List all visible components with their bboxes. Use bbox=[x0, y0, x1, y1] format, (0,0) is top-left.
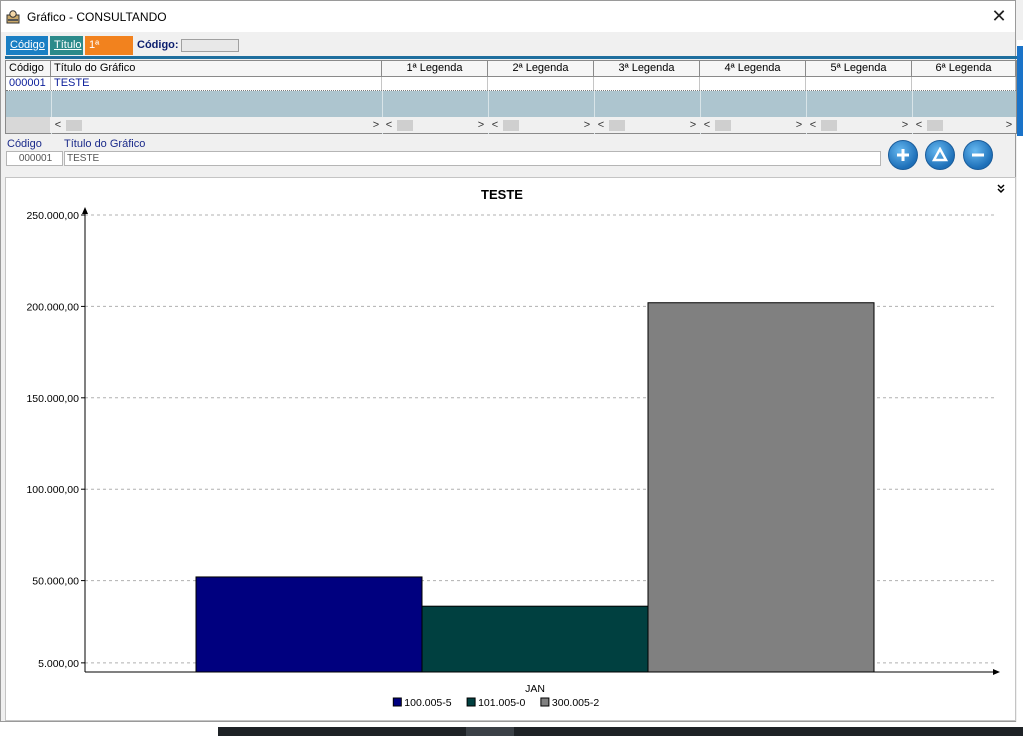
titulo-field[interactable]: TESTE bbox=[64, 151, 881, 166]
add-button[interactable] bbox=[888, 140, 918, 170]
chevron-left-icon[interactable]: < bbox=[52, 118, 64, 132]
scroll-thumb[interactable] bbox=[503, 120, 519, 131]
cell-legenda-3 bbox=[594, 77, 700, 90]
taskbar bbox=[0, 722, 1023, 736]
titulo-label: Título do Gráfico bbox=[64, 138, 146, 150]
tab-codigo[interactable]: Código bbox=[6, 35, 48, 55]
scrollbar-titulo[interactable]: < > bbox=[52, 118, 382, 132]
data-grid[interactable]: Código Título do Gráfico 1ª Legenda 2ª L… bbox=[5, 60, 1017, 134]
y-tick-label: 150.000,00 bbox=[26, 393, 79, 405]
column-header-legenda-1[interactable]: 1ª Legenda bbox=[382, 61, 488, 76]
column-header-legenda-3[interactable]: 3ª Legenda bbox=[594, 61, 700, 76]
remove-icon bbox=[972, 153, 984, 157]
chart-title: TESTE bbox=[481, 187, 523, 202]
app-icon bbox=[6, 9, 20, 23]
column-scrollbars: < > < > < > < > < > < > < > bbox=[6, 117, 1016, 133]
legend-label: 300.005-2 bbox=[552, 697, 599, 709]
cell-legenda-4 bbox=[700, 77, 806, 90]
legend-swatch bbox=[466, 697, 476, 707]
column-header-codigo[interactable]: Código bbox=[6, 61, 51, 76]
scroll-thumb[interactable] bbox=[609, 120, 625, 131]
remove-button[interactable] bbox=[963, 140, 993, 170]
chevron-right-icon[interactable]: > bbox=[370, 118, 382, 132]
scrollbar-legenda-1[interactable]: < > bbox=[383, 118, 487, 132]
chevron-right-icon[interactable]: > bbox=[581, 118, 593, 132]
y-tick-label: 200.000,00 bbox=[26, 301, 79, 313]
arrow-up-icon bbox=[932, 147, 948, 162]
chevron-right-icon[interactable]: > bbox=[475, 118, 487, 132]
chart-panel: TESTE 5.000,00 50.000,00 100.000,00 150.000,… bbox=[5, 177, 1016, 721]
y-tick-label: 250.000,00 bbox=[26, 210, 79, 222]
background-accent bbox=[1017, 46, 1023, 136]
column-header-legenda-5[interactable]: 5ª Legenda bbox=[806, 61, 912, 76]
codigo-label: Código bbox=[7, 138, 42, 150]
scrollbar-legenda-3[interactable]: < > bbox=[595, 118, 699, 132]
legend-label: 101.005-0 bbox=[478, 697, 525, 709]
row-header-cell bbox=[6, 117, 50, 133]
bar-chart: TESTE 5.000,00 50.000,00 100.000,00 150.000,… bbox=[26, 187, 1000, 709]
cell-legenda-6 bbox=[912, 77, 1016, 90]
table-row[interactable]: 000001 TESTE bbox=[6, 77, 1016, 91]
scrollbar-legenda-6[interactable]: < > bbox=[913, 118, 1015, 132]
scrollbar-legenda-5[interactable]: < > bbox=[807, 118, 911, 132]
scroll-thumb[interactable] bbox=[715, 120, 731, 131]
chevron-right-icon[interactable]: > bbox=[687, 118, 699, 132]
codigo-field[interactable]: 000001 bbox=[6, 151, 63, 166]
scroll-thumb[interactable] bbox=[927, 120, 943, 131]
bar-101.005-0 bbox=[421, 605, 649, 673]
chevron-left-icon[interactable]: < bbox=[595, 118, 607, 132]
add-icon bbox=[897, 149, 909, 161]
column-header-titulo[interactable]: Título do Gráfico bbox=[51, 61, 382, 76]
cell-codigo: 000001 bbox=[6, 77, 51, 90]
legend-swatch bbox=[392, 697, 402, 707]
chevron-left-icon[interactable]: < bbox=[913, 118, 925, 132]
y-axis-arrow bbox=[82, 207, 88, 214]
column-header-legenda-4[interactable]: 4ª Legenda bbox=[700, 61, 806, 76]
chevron-right-icon[interactable]: > bbox=[899, 118, 911, 132]
cell-legenda-1 bbox=[382, 77, 488, 90]
legend-label: 100.005-5 bbox=[404, 697, 451, 709]
scrollbar-legenda-2[interactable]: < > bbox=[489, 118, 593, 132]
double-chevron-down-icon[interactable] bbox=[997, 184, 1005, 195]
selected-row-band bbox=[6, 91, 1016, 117]
x-axis-arrow bbox=[993, 669, 1000, 675]
chevron-right-icon[interactable]: > bbox=[1003, 118, 1015, 132]
title-bar: Gráfico - CONSULTANDO ✕ bbox=[1, 1, 1015, 32]
taskbar-dark-area bbox=[218, 727, 1023, 736]
column-header-legenda-2[interactable]: 2ª Legenda bbox=[488, 61, 594, 76]
chevron-left-icon[interactable]: < bbox=[383, 118, 395, 132]
scroll-thumb[interactable] bbox=[821, 120, 837, 131]
column-header-legenda-6[interactable]: 6ª Legenda bbox=[912, 61, 1016, 76]
scroll-thumb[interactable] bbox=[66, 120, 82, 131]
close-icon[interactable]: ✕ bbox=[989, 6, 1009, 26]
scroll-thumb[interactable] bbox=[397, 120, 413, 131]
window-title: Gráfico - CONSULTANDO bbox=[27, 9, 167, 24]
cell-titulo: TESTE bbox=[51, 77, 382, 90]
bar-100.005-5 bbox=[195, 576, 423, 673]
chevron-left-icon[interactable]: < bbox=[489, 118, 501, 132]
grid-header: Código Título do Gráfico 1ª Legenda 2ª L… bbox=[6, 61, 1016, 77]
x-tick-label: JAN bbox=[525, 683, 545, 695]
bar-300.005-2 bbox=[647, 302, 875, 673]
chevron-left-icon[interactable]: < bbox=[701, 118, 713, 132]
search-tab-bar: Código Título 1ª Conta Código: bbox=[6, 35, 239, 70]
main-window: Gráfico - CONSULTANDO ✕ Código Título 1ª… bbox=[0, 0, 1017, 722]
taskbar-active-item[interactable] bbox=[466, 727, 514, 736]
search-input[interactable] bbox=[180, 38, 239, 52]
chevron-right-icon[interactable]: > bbox=[793, 118, 805, 132]
y-tick-label: 100.000,00 bbox=[26, 484, 79, 496]
legend-swatch bbox=[540, 697, 550, 707]
background-window-edge bbox=[1017, 40, 1023, 722]
search-label: Código: bbox=[137, 39, 179, 51]
chevron-left-icon[interactable]: < bbox=[807, 118, 819, 132]
cell-legenda-5 bbox=[806, 77, 912, 90]
scrollbar-legenda-4[interactable]: < > bbox=[701, 118, 805, 132]
tab-titulo[interactable]: Título bbox=[50, 35, 83, 55]
y-tick-label: 50.000,00 bbox=[32, 576, 79, 588]
move-up-button[interactable] bbox=[925, 140, 955, 170]
header-divider bbox=[5, 56, 1017, 59]
y-tick-label: 5.000,00 bbox=[38, 658, 79, 670]
tab-primeira-conta[interactable]: 1ª Conta bbox=[85, 35, 133, 70]
cell-legenda-2 bbox=[488, 77, 594, 90]
